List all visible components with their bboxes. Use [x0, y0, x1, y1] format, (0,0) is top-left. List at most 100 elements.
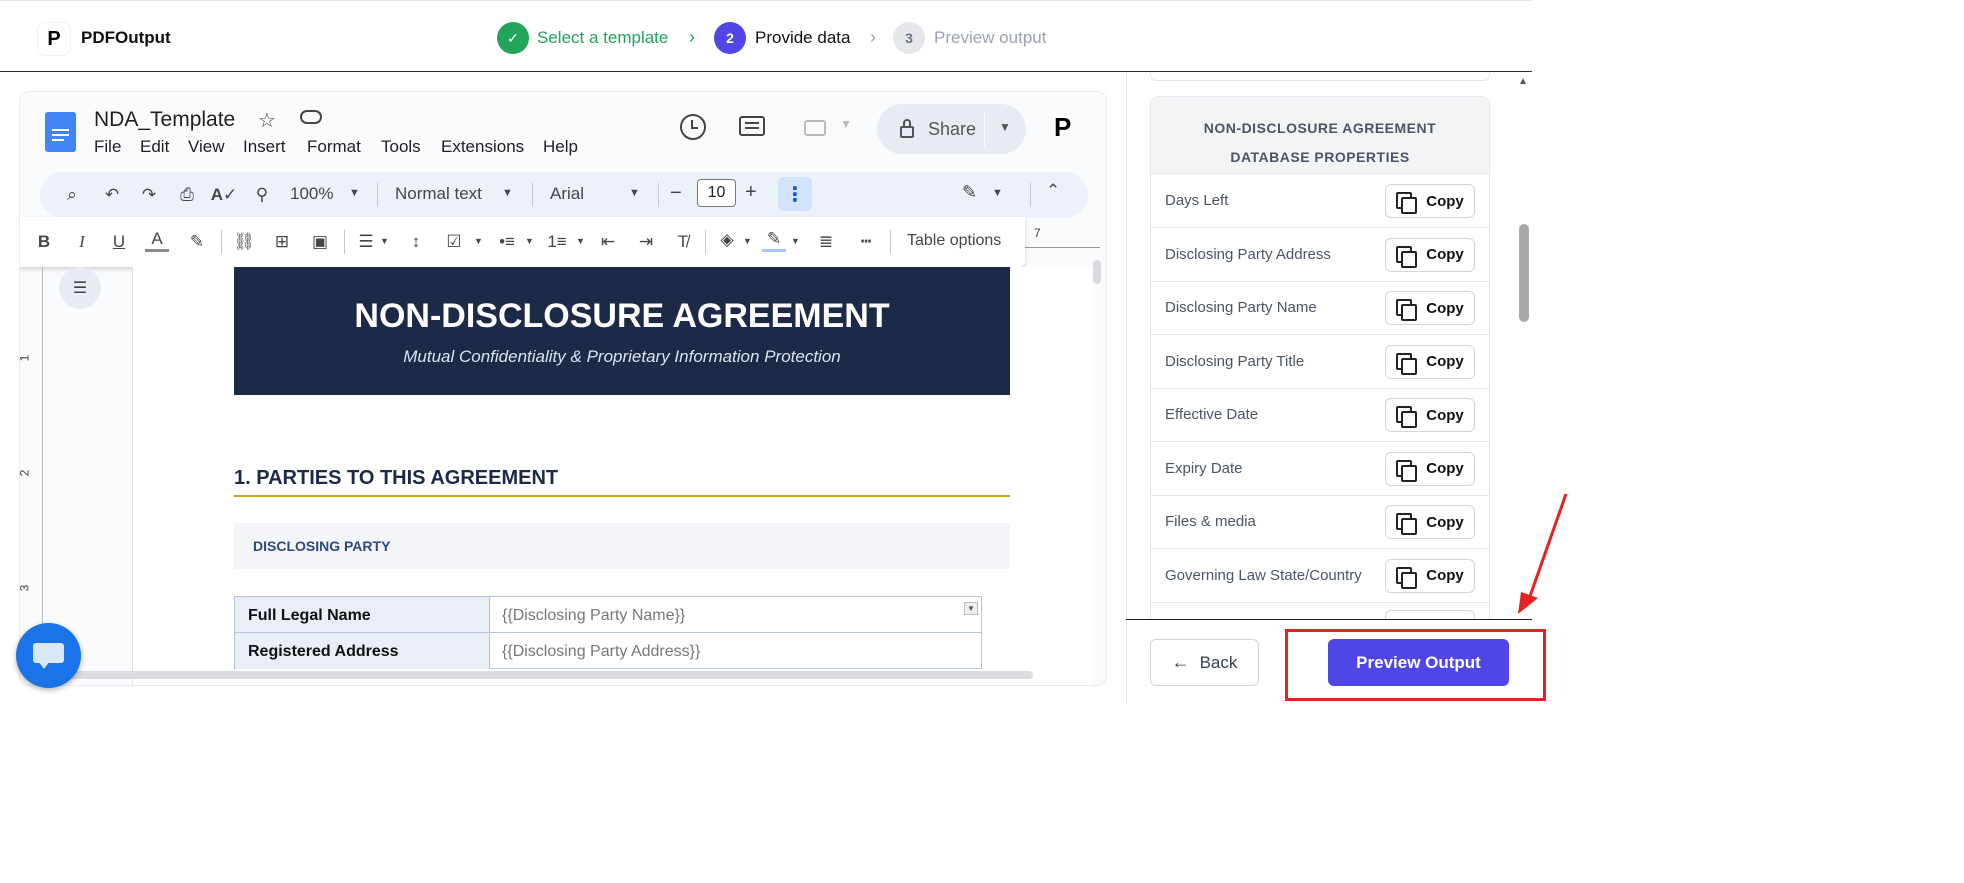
cell-background-color-icon[interactable]: ◈ — [715, 228, 739, 252]
copy-button[interactable]: Copy — [1385, 344, 1475, 379]
property-row: Expiry Date Copy — [1151, 442, 1489, 496]
checklist-dropdown-icon[interactable]: ▼ — [474, 236, 483, 246]
subsection-label: DISCLOSING PARTY — [253, 538, 391, 554]
menu-help[interactable]: Help — [543, 137, 578, 157]
menu-insert[interactable]: Insert — [243, 137, 286, 157]
copy-button[interactable]: Copy — [1385, 184, 1475, 218]
table-cell[interactable]: {{Disclosing Party Address}} — [490, 633, 981, 669]
increase-font-size-button[interactable]: + — [745, 181, 757, 204]
style-select[interactable]: Normal text — [395, 184, 482, 204]
italic-icon[interactable]: I — [70, 230, 94, 254]
cell-dropdown-icon[interactable]: ▼ — [964, 602, 978, 615]
insert-image-icon[interactable]: ▣ — [308, 230, 332, 254]
border-color-dropdown-icon[interactable]: ▼ — [791, 236, 800, 246]
menu-edit[interactable]: Edit — [140, 137, 169, 157]
bulleted-list-dropdown-icon[interactable]: ▼ — [525, 236, 534, 246]
document-outline-icon[interactable]: ☰ — [59, 267, 101, 309]
spellcheck-icon[interactable]: A✓ — [211, 183, 238, 207]
meet-icon[interactable] — [804, 120, 826, 136]
docs-horizontal-scrollbar[interactable] — [65, 671, 1033, 679]
border-color-icon[interactable]: ✎ — [762, 228, 786, 252]
cell-background-dropdown-icon[interactable]: ▼ — [743, 236, 752, 246]
border-dash-icon[interactable]: ┅ — [854, 230, 878, 254]
copy-button[interactable]: Copy — [1385, 505, 1475, 539]
copy-button[interactable]: Copy — [1385, 291, 1475, 325]
share-button[interactable]: Share ▼ — [877, 104, 1026, 154]
zoom-select[interactable]: 100% — [290, 184, 333, 204]
menu-format[interactable]: Format — [307, 137, 361, 157]
table-cell[interactable]: {{Disclosing Party Name}} ▼ — [490, 597, 981, 633]
version-history-icon[interactable] — [680, 114, 706, 140]
step-3-label[interactable]: Preview output — [934, 28, 1046, 48]
style-dropdown-icon[interactable]: ▼ — [502, 187, 513, 199]
menu-tools[interactable]: Tools — [381, 137, 421, 157]
search-menus-icon[interactable]: ⌕ — [60, 183, 84, 207]
redo-icon[interactable]: ↷ — [137, 183, 161, 207]
font-size-input[interactable]: 10 — [697, 179, 736, 207]
subsection-box: DISCLOSING PARTY — [234, 523, 1010, 569]
clear-formatting-icon[interactable]: T̸ — [671, 230, 695, 254]
scroll-up-icon[interactable]: ▲ — [1518, 76, 1528, 87]
back-button[interactable]: ← Back — [1150, 639, 1259, 686]
font-dropdown-icon[interactable]: ▼ — [629, 187, 640, 199]
border-width-icon[interactable]: ≣ — [814, 230, 838, 254]
line-spacing-icon[interactable]: ↕ — [404, 230, 428, 254]
copy-icon — [1396, 566, 1418, 589]
underline-icon[interactable]: U — [107, 230, 131, 254]
table-options-button[interactable]: Table options — [907, 232, 1001, 250]
docs-vertical-scrollbar[interactable] — [1093, 260, 1101, 284]
chat-support-icon[interactable] — [16, 623, 81, 688]
editing-mode-dropdown-icon[interactable]: ▼ — [992, 187, 1003, 199]
copy-button[interactable]: Copy — [1385, 558, 1475, 593]
numbered-list-dropdown-icon[interactable]: ▼ — [576, 236, 585, 246]
font-select[interactable]: Arial — [550, 184, 584, 204]
arrow-left-icon: ← — [1171, 652, 1190, 672]
step-2-circle: 2 — [714, 22, 746, 54]
menu-view[interactable]: View — [188, 137, 225, 157]
menu-file[interactable]: File — [94, 137, 121, 157]
collapse-menus-icon[interactable]: ⌃ — [1046, 181, 1060, 201]
print-icon[interactable]: ⎙ — [175, 183, 199, 207]
step-2-label[interactable]: Provide data — [755, 28, 850, 48]
share-dropdown-icon[interactable]: ▼ — [999, 120, 1011, 134]
ruler-mark: 2 — [20, 470, 31, 477]
copy-button[interactable]: Copy — [1385, 237, 1475, 272]
insert-comment-icon[interactable]: ⊞ — [270, 230, 294, 254]
property-row: Disclosing Party Name Copy — [1151, 281, 1489, 335]
step-1-label[interactable]: Select a template — [537, 28, 668, 48]
paint-format-icon[interactable]: ⚲ — [250, 183, 274, 207]
checklist-icon[interactable]: ☑ — [442, 230, 466, 254]
star-icon[interactable]: ☆ — [258, 108, 276, 133]
text-color-icon[interactable]: A — [145, 228, 169, 252]
document-title[interactable]: NDA_Template — [94, 108, 235, 132]
copy-button[interactable]: Copy — [1385, 398, 1475, 432]
undo-icon[interactable]: ↶ — [100, 183, 124, 207]
bold-icon[interactable]: B — [32, 230, 56, 254]
ruler-mark: 1 — [20, 355, 31, 362]
comments-icon[interactable] — [739, 116, 765, 136]
copy-icon — [1396, 299, 1418, 321]
decrease-indent-icon[interactable]: ⇤ — [596, 230, 620, 254]
increase-indent-icon[interactable]: ⇥ — [634, 230, 658, 254]
cloud-saved-icon[interactable] — [300, 110, 322, 124]
zoom-dropdown-icon[interactable]: ▼ — [349, 187, 360, 199]
meet-dropdown-icon[interactable]: ▼ — [840, 117, 852, 131]
align-dropdown-icon[interactable]: ▼ — [380, 236, 389, 246]
property-label: Governing Law State/Country — [1165, 566, 1362, 584]
insert-link-icon[interactable]: ⛓ — [232, 230, 256, 254]
property-row: Effective Date Copy — [1151, 388, 1489, 442]
highlight-color-icon[interactable]: ✎ — [185, 230, 209, 254]
account-avatar[interactable]: P — [1054, 112, 1071, 143]
align-icon[interactable]: ☰ — [354, 230, 378, 254]
preview-output-button[interactable]: Preview Output — [1328, 639, 1509, 686]
sidebar-scrollbar[interactable] — [1519, 224, 1529, 322]
editing-mode-icon[interactable]: ✎ — [962, 182, 977, 203]
bulleted-list-icon[interactable]: •≡ — [495, 230, 519, 254]
decrease-font-size-button[interactable]: − — [670, 182, 682, 205]
menu-extensions[interactable]: Extensions — [441, 137, 524, 157]
section-divider — [234, 495, 1010, 497]
numbered-list-icon[interactable]: 1≡ — [545, 230, 569, 254]
copy-button[interactable]: Copy — [1385, 451, 1475, 486]
more-options-icon[interactable]: ⋮ — [778, 177, 812, 211]
properties-panel: NON-DISCLOSURE AGREEMENT DATABASE PROPER… — [1150, 96, 1490, 620]
